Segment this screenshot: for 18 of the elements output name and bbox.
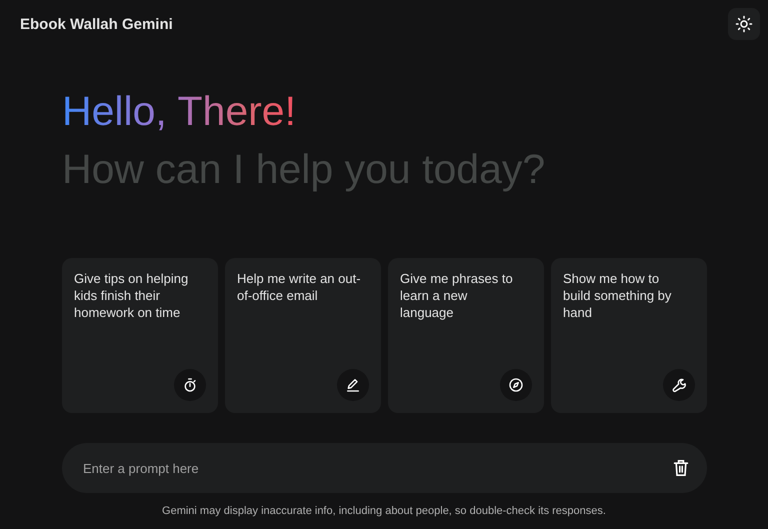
suggestion-text: Give me phrases to learn a new language (400, 270, 514, 321)
suggestion-text: Help me write an out-of-office email (237, 270, 361, 304)
disclaimer-text: Gemini may display inaccurate info, including about people, so double-check its responses. (161, 505, 607, 517)
suggestion-text: Give tips on helping kids finish their homework on time (74, 270, 190, 321)
sun-icon (735, 15, 753, 33)
compass-icon (500, 369, 532, 401)
app-title: Ebook Wallah Gemini (20, 16, 173, 32)
suggestion-card[interactable]: Show me how to build something by hand (551, 258, 707, 413)
stopwatch-icon (174, 369, 206, 401)
pencil-icon (337, 369, 369, 401)
wrench-icon (663, 369, 695, 401)
prompt-field[interactable]: Enter a prompt here (62, 443, 707, 493)
suggestion-card[interactable]: Help me write an out-of-office email (225, 258, 381, 413)
theme-toggle-button[interactable] (728, 8, 760, 40)
suggestion-text: Show me how to build something by hand (563, 270, 672, 321)
suggestion-card[interactable]: Give me phrases to learn a new language (388, 258, 544, 413)
suggestion-card[interactable]: Give tips on helping kids finish their homework on time (62, 258, 218, 413)
delete-icon[interactable] (673, 459, 689, 477)
